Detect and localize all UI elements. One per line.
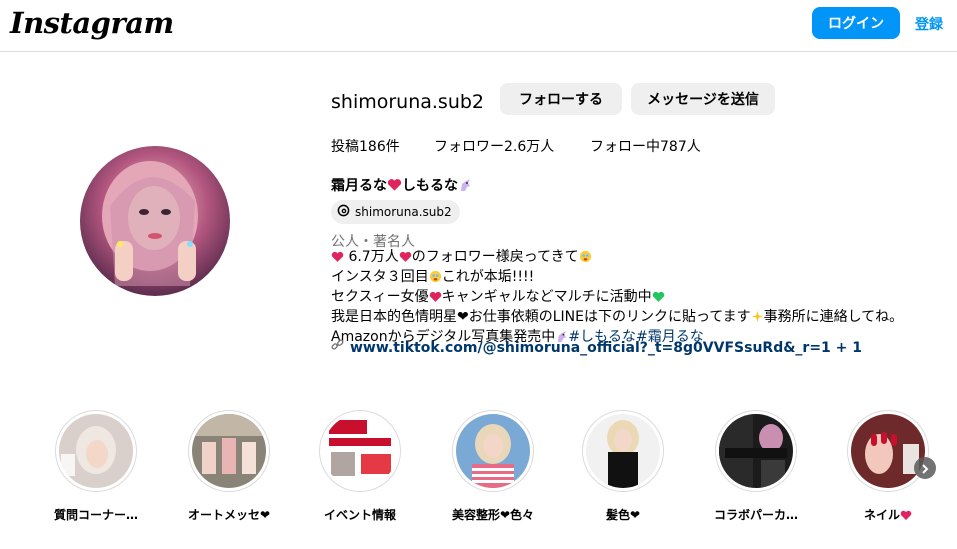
highlight-item[interactable]: 美容整形❤︎色々 [450, 410, 536, 523]
highlight-item[interactable]: コラボパーカ… [713, 410, 799, 523]
highlight-item[interactable]: オートメッセ❤︎ [186, 410, 272, 523]
bio-text: のフォロワー様戻ってきて [411, 249, 579, 265]
top-bar: Instagram ログイン 登録 [0, 0, 957, 52]
highlight-cover[interactable] [847, 410, 929, 492]
highlight-cover[interactable] [715, 410, 797, 492]
heart-icon [387, 178, 402, 196]
bio-text: セクスィー女優 [331, 289, 429, 305]
highlight-item[interactable]: 質問コーナー… [53, 410, 139, 523]
heart-icon [331, 250, 344, 268]
bio-text: 我是日本的色情明星❤︎お仕事依頼のLINEは下のリンクに貼ってます [331, 309, 751, 325]
link-icon [331, 339, 344, 356]
profile-username: shimoruna.sub2 [331, 91, 485, 113]
follow-button[interactable]: フォローする [500, 83, 622, 115]
full-name-part-a: 霜月るな [331, 178, 387, 194]
highlight-label: ネイル [845, 506, 931, 524]
highlight-image [719, 414, 793, 488]
heart-icon [399, 250, 412, 268]
chevron-right-icon [920, 459, 930, 478]
crying-face-icon [429, 270, 442, 288]
heart-icon [429, 290, 442, 308]
bio-text: キャンギャルなどマルチに活動中 [441, 289, 652, 305]
bio-line-4: 我是日本的色情明星❤︎お仕事依頼のLINEは下のリンクに貼ってます 事務所に連絡し… [331, 308, 903, 328]
highlight-cover[interactable] [188, 410, 270, 492]
highlight-image [323, 414, 397, 488]
full-name-part-b: しもるな [402, 178, 458, 194]
green-heart-icon [652, 290, 665, 308]
unicorn-icon [458, 178, 472, 196]
instagram-logo[interactable]: Instagram [10, 6, 174, 40]
highlight-label: 髪色❤︎ [605, 508, 641, 522]
bio-text: インスタ３回目 [331, 269, 429, 285]
following-count[interactable]: フォロー中787人 [590, 136, 701, 156]
highlight-image [456, 414, 530, 488]
profile-full-name: 霜月るな しもるな [331, 175, 472, 196]
highlight-label: イベント情報 [323, 508, 396, 522]
threads-icon [337, 204, 350, 220]
posts-count: 投稿186件 [331, 139, 400, 155]
external-link-text[interactable]: www.tiktok.com/@shimoruna_official?_t=8g… [350, 340, 862, 356]
bio-text: 6.7万人 [348, 249, 399, 265]
highlight-cover[interactable] [55, 410, 137, 492]
bio-text: 事務所に連絡してね。 [763, 309, 904, 325]
profile-bio: 6.7万人 のフォロワー様戻ってきて インスタ３回目 これが本垢!!!! セクスィー… [331, 248, 903, 348]
bio-line-3: セクスィー女優 キャンギャルなどマルチに活動中 [331, 288, 903, 308]
bio-line-2: インスタ３回目 これが本垢!!!! [331, 268, 903, 288]
highlight-label-text: ネイル [863, 508, 900, 522]
highlight-item[interactable]: イベント情報 [317, 410, 403, 523]
bio-text: これが本垢!!!! [441, 269, 535, 285]
highlight-cover[interactable] [582, 410, 664, 492]
highlight-image [59, 414, 133, 488]
signup-link[interactable]: 登録 [915, 14, 943, 34]
highlight-label: 質問コーナー… [53, 508, 138, 522]
highlight-cover[interactable] [319, 410, 401, 492]
highlight-image [192, 414, 266, 488]
highlight-image [851, 414, 925, 488]
threads-handle: shimoruna.sub2 [355, 205, 452, 219]
bio-line-1: 6.7万人 のフォロワー様戻ってきて [331, 248, 903, 268]
followers-count[interactable]: フォロワー2.6万人 [434, 136, 554, 156]
crying-face-icon [579, 250, 592, 268]
profile-avatar[interactable] [80, 146, 230, 296]
highlight-cover[interactable] [452, 410, 534, 492]
highlight-image [586, 414, 660, 488]
next-highlights-button[interactable] [914, 457, 936, 479]
threads-badge[interactable]: shimoruna.sub2 [331, 200, 460, 224]
highlight-label: 美容整形❤︎色々 [451, 508, 535, 522]
sparkles-icon [751, 310, 764, 328]
login-button[interactable]: ログイン [812, 7, 900, 39]
highlight-label: コラボパーカ… [713, 508, 798, 522]
heart-icon [900, 510, 912, 524]
highlight-label: オートメッセ❤︎ [187, 508, 271, 522]
highlight-item[interactable]: 髪色❤︎ [580, 410, 666, 523]
message-button[interactable]: メッセージを送信 [631, 83, 775, 115]
external-link[interactable]: www.tiktok.com/@shimoruna_official?_t=8g… [331, 339, 862, 356]
